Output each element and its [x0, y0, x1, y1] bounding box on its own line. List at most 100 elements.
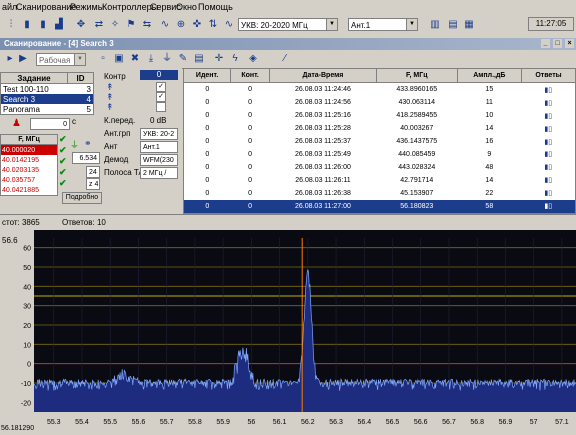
target-icon[interactable]: ⊕: [174, 18, 188, 32]
answers-icons[interactable]: ▮▯: [521, 161, 575, 174]
list-item[interactable]: 40.000020: [0, 144, 58, 155]
freqlist-header[interactable]: F, МГц: [0, 134, 58, 145]
col-datetime[interactable]: Дата-Время: [269, 67, 377, 84]
download-icon[interactable]: ⤓: [144, 52, 158, 66]
layers-icon[interactable]: ◈: [246, 52, 260, 66]
list-item[interactable]: 40.035757: [1, 175, 58, 185]
step-field[interactable]: 24: [86, 166, 100, 178]
table-row[interactable]: 0 0 26.08.03 11:26:38 45.153907 22 ▮▯: [184, 187, 576, 200]
col-ampl[interactable]: Ампл.,дБ: [456, 67, 522, 84]
bolt-icon[interactable]: ϟ: [228, 52, 242, 66]
table-row[interactable]: 0 0 26.08.03 11:26:11 42.791714 14 ▮▯: [184, 174, 576, 187]
answers-icons[interactable]: ▮▯: [521, 199, 576, 214]
check-icon[interactable]: ✔: [59, 145, 69, 156]
table-row[interactable]: Search 34: [0, 94, 94, 104]
table-row[interactable]: 0 0 26.08.03 11:27:00 56.180823 58 ▮▯: [183, 199, 576, 214]
meter-icon[interactable]: ▥: [428, 18, 442, 32]
answers-icons[interactable]: ▮▯: [521, 174, 575, 187]
wand-icon[interactable]: ⁄: [278, 52, 292, 66]
checkbox-1[interactable]: ✓: [156, 82, 166, 92]
antgrp-select[interactable]: УКВ: 20-2: [140, 128, 178, 140]
table-row[interactable]: 0 0 26.08.03 11:25:28 40.003267 14 ▮▯: [184, 122, 576, 135]
wave-icon[interactable]: ∿: [158, 18, 172, 32]
col-ident[interactable]: Идент.: [182, 67, 232, 84]
menu-file[interactable]: айл: [2, 2, 17, 12]
tasks-header-id[interactable]: ID: [67, 72, 94, 84]
col-freq[interactable]: F, МГц: [375, 67, 458, 84]
menu-modes[interactable]: Режимы: [70, 2, 104, 12]
list-item[interactable]: 40.0421885: [1, 185, 58, 196]
book-icon[interactable]: ▤: [192, 52, 206, 66]
compass-icon[interactable]: ✜: [190, 18, 204, 32]
polosa-select[interactable]: 2 МГц /: [140, 167, 178, 179]
spectrum-icon[interactable]: ▟: [52, 18, 66, 32]
col-kont[interactable]: Конт.: [230, 67, 271, 84]
answers-icons[interactable]: ▮▯: [521, 187, 575, 200]
kontr-value[interactable]: 0: [140, 70, 178, 80]
answers-icons[interactable]: ▮▯: [521, 135, 575, 148]
check-icon[interactable]: ✔: [59, 178, 69, 189]
arrows-icon[interactable]: ⇅: [206, 18, 220, 32]
run-icon[interactable]: ▶: [16, 52, 30, 66]
bars2-icon[interactable]: ▮: [36, 18, 50, 32]
check-icon[interactable]: ✔: [59, 156, 69, 167]
list-item[interactable]: 40.0203135: [1, 165, 58, 175]
save-icon[interactable]: ▣: [112, 52, 126, 66]
cross-icon[interactable]: ✛: [212, 52, 226, 66]
tasks-header-name[interactable]: Задание: [0, 72, 68, 84]
flag-icon[interactable]: ⚑: [124, 18, 138, 32]
zoom-field[interactable]: z 4: [86, 178, 100, 190]
play-icon[interactable]: ▸: [3, 52, 17, 66]
chart-icon[interactable]: ▤: [446, 18, 460, 32]
checkbox-3[interactable]: [156, 102, 166, 112]
answers-icons[interactable]: ▮▯: [521, 109, 575, 122]
answers-icons[interactable]: ▮▯: [521, 96, 575, 109]
table-row[interactable]: Test 100-110 3: [1, 84, 94, 95]
answers-icons[interactable]: ▮▯: [521, 148, 575, 161]
move-icon[interactable]: ✥: [74, 18, 88, 32]
table-row[interactable]: 0 0 26.08.03 11:26:00 443.028324 48 ▮▯: [184, 161, 576, 174]
band-select[interactable]: УКВ: 20-2020 МГц ▼: [238, 18, 338, 31]
signal-icon[interactable]: ∿: [222, 18, 236, 32]
details-button[interactable]: Подробно: [62, 192, 102, 204]
spectrum-panel[interactable]: 60 50 40 30 20 10 0 -10 -20 55.3 55.4 55.5 55.6 55.7 5…: [0, 230, 576, 433]
delete-icon[interactable]: ✖: [128, 52, 142, 66]
edit-icon[interactable]: ✎: [176, 52, 190, 66]
spectrum-chart[interactable]: 60 50 40 30 20 10 0 -10 -20 55.3 55.4 55.5 55.6 55.7 5…: [0, 230, 576, 433]
menu-scanning[interactable]: Сканирование: [16, 2, 76, 12]
checkbox-2[interactable]: ✓: [156, 92, 166, 102]
bars-icon[interactable]: ▮: [20, 18, 34, 32]
maximize-icon[interactable]: □: [553, 39, 562, 48]
close-icon[interactable]: ×: [565, 39, 574, 48]
check-icon[interactable]: ✔: [59, 167, 69, 178]
answers-icons[interactable]: ▮▯: [521, 122, 575, 135]
link-icon[interactable]: ⚭: [84, 138, 92, 149]
table-row[interactable]: 0 0 26.08.03 11:24:56 430.063114 11 ▮▯: [184, 96, 576, 109]
left-right-icon[interactable]: ⇄: [92, 18, 106, 32]
demod-select[interactable]: WFM(230: [140, 154, 178, 166]
table-row[interactable]: 0 0 26.08.03 11:25:16 418.2589455 10 ▮▯: [184, 109, 576, 122]
new-icon[interactable]: ▫: [96, 52, 110, 66]
list-item[interactable]: 40.0142195: [1, 155, 58, 165]
sweep-icon[interactable]: ⫶: [4, 18, 18, 32]
lr2-icon[interactable]: ⇆: [140, 18, 154, 32]
value-field[interactable]: 6.534: [72, 152, 100, 164]
minimize-icon[interactable]: _: [541, 39, 550, 48]
table-row[interactable]: Panorama 5: [1, 104, 94, 115]
menu-help[interactable]: Помощь: [198, 2, 233, 12]
graph-icon[interactable]: ▦: [462, 18, 476, 32]
tool-icon[interactable]: ✧: [108, 18, 122, 32]
menu-window[interactable]: Окно: [176, 2, 197, 12]
mode-select[interactable]: Рабочая ▼: [36, 53, 86, 66]
answers-icons[interactable]: ▮▯: [521, 83, 575, 97]
filter-icon[interactable]: ⏚: [160, 52, 174, 66]
time-field[interactable]: 0: [30, 118, 70, 130]
check-icon[interactable]: ✔: [59, 134, 69, 145]
table-row[interactable]: 0 0 26.08.03 11:25:49 440.085459 9 ▮▯: [184, 148, 576, 161]
alarm-icon[interactable]: ♟: [12, 118, 21, 129]
table-row[interactable]: 0 0 26.08.03 11:25:37 436.1437575 16 ▮▯: [184, 135, 576, 148]
filter-icon[interactable]: ⏚: [70, 138, 79, 151]
col-answers[interactable]: Ответы: [520, 67, 576, 84]
ant-select[interactable]: Ант.1: [140, 141, 178, 153]
table-row[interactable]: 0 0 26.08.03 11:24:46 433.8960165 15 ▮▯: [184, 83, 576, 97]
